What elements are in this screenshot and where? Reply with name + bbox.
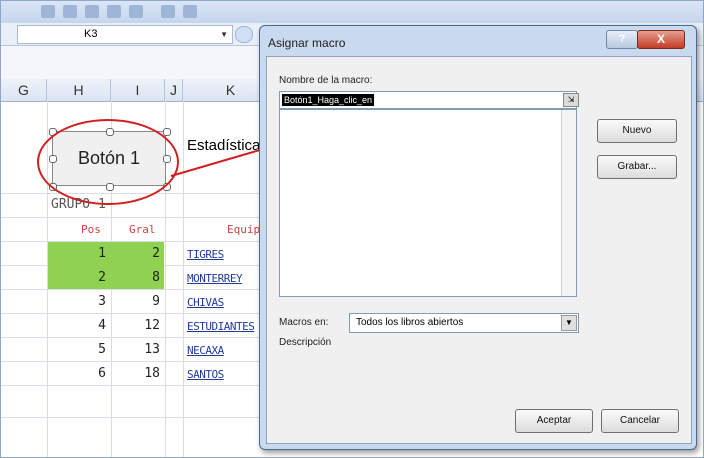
dialog-body: Nombre de la macro: Botón1_Haga_clic_en …	[266, 56, 692, 444]
macro-name-label: Nombre de la macro:	[279, 75, 373, 86]
description-label: Descripción	[279, 337, 332, 348]
scrollbar[interactable]	[561, 110, 576, 296]
macros-in-select[interactable]: Todos los libros abiertos ▼	[349, 313, 579, 333]
help-button[interactable]: ?	[606, 30, 638, 49]
collapse-dialog-icon[interactable]: ⇲	[563, 93, 579, 107]
macro-name-input[interactable]: Botón1_Haga_clic_en	[279, 91, 577, 109]
macro-list[interactable]	[279, 109, 577, 297]
chevron-down-icon[interactable]: ▼	[561, 315, 577, 331]
dialog-title: Asignar macro	[268, 36, 346, 50]
new-button[interactable]: Nuevo	[597, 119, 677, 143]
assign-macro-dialog: Asignar macro ? X Nombre de la macro: Bo…	[259, 25, 697, 450]
excel-window: K3 ▼ G H I J K Estadística Botón 1 GRUPO…	[0, 0, 704, 458]
record-button[interactable]: Grabar...	[597, 155, 677, 179]
close-button[interactable]: X	[637, 30, 685, 49]
macros-in-label: Macros en:	[279, 317, 329, 328]
cancel-button[interactable]: Cancelar	[601, 409, 679, 433]
macros-in-value: Todos los libros abiertos	[356, 317, 464, 328]
macro-name-value: Botón1_Haga_clic_en	[282, 94, 375, 106]
ok-button[interactable]: Aceptar	[515, 409, 593, 433]
